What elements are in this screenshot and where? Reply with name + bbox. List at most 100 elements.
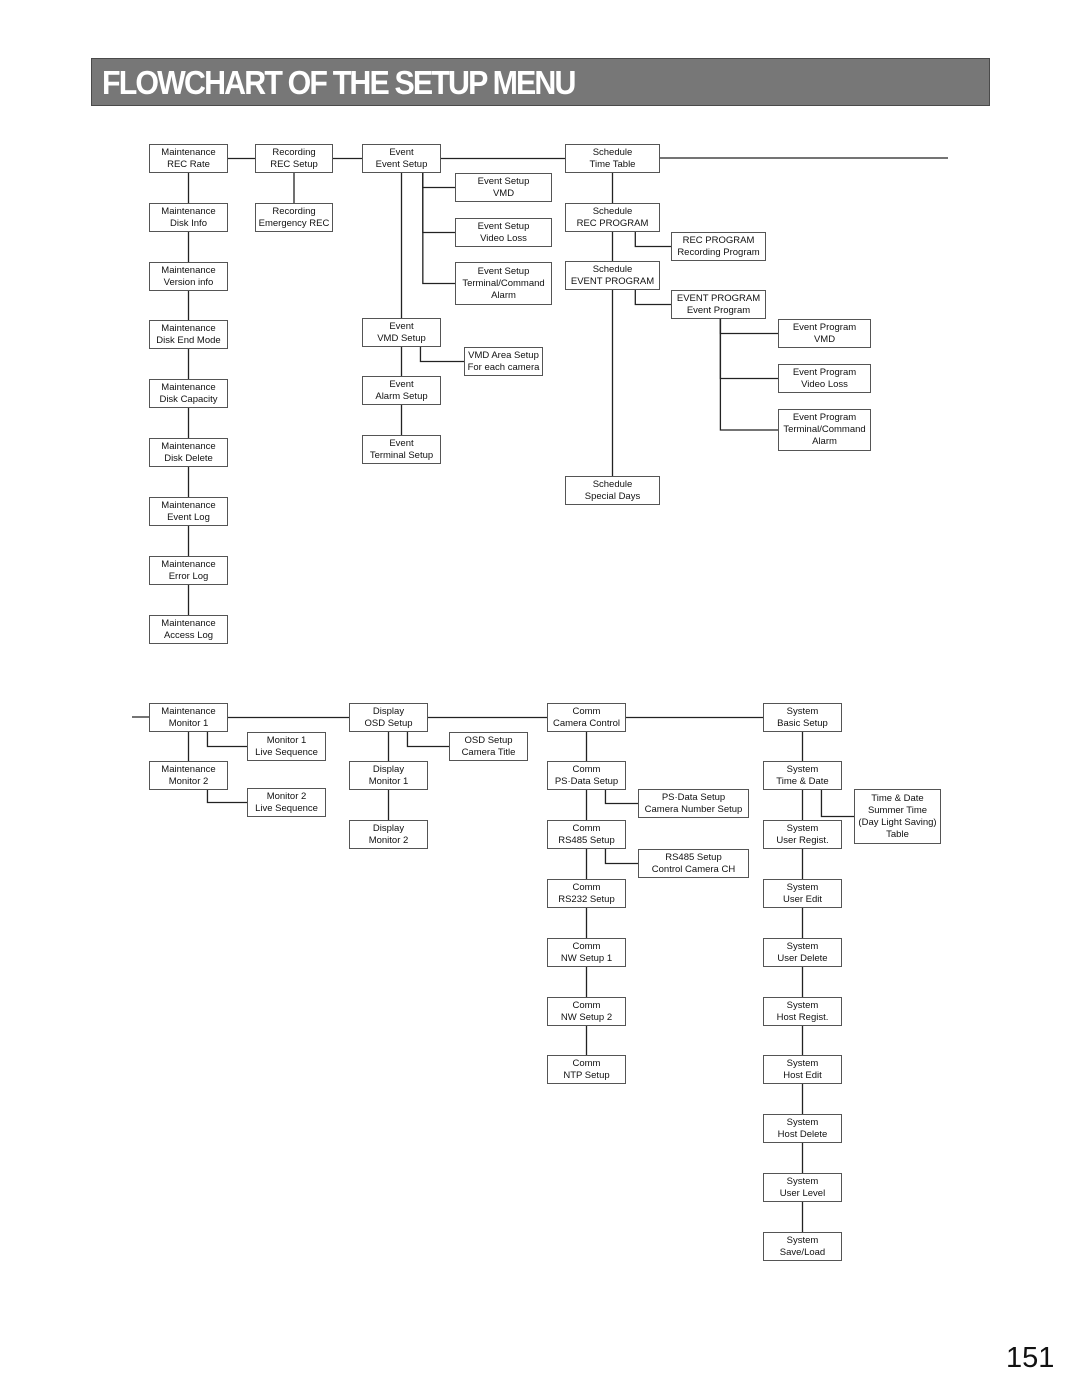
menu-node-sched-time-table[interactable]: Schedule Time Table — [565, 144, 660, 173]
menu-node-sys-host-regist[interactable]: System Host Regist. — [763, 997, 842, 1026]
menu-node-label: PS·Data Setup — [554, 775, 619, 787]
menu-node-label: Comm — [572, 1057, 601, 1069]
menu-node-event-setup-vloss[interactable]: Event Setup Video Loss — [455, 218, 552, 247]
menu-node-label: VMD Area Setup — [468, 349, 539, 361]
menu-node-event-alarm[interactable]: Event Alarm Setup — [362, 376, 441, 405]
menu-node-label: Disk Delete — [164, 452, 213, 464]
menu-node-label: Monitor 2 — [168, 775, 209, 787]
menu-node-sys-user-delete[interactable]: System User Delete — [763, 938, 842, 967]
menu-node-label: Save/Load — [779, 1246, 826, 1258]
menu-node-sys-user-edit[interactable]: System User Edit — [763, 879, 842, 908]
menu-node-label: Camera Title — [461, 746, 516, 758]
menu-node-disp-osd[interactable]: Display OSD Setup — [349, 703, 428, 732]
menu-node-label: Event — [389, 320, 414, 332]
menu-node-label: Comm — [572, 705, 601, 717]
menu-node-sched-rec-prog[interactable]: Schedule REC PROGRAM — [565, 203, 660, 232]
menu-node-label: User Level — [779, 1187, 826, 1199]
menu-node-psdata-cam-num[interactable]: PS·Data Setup Camera Number Setup — [638, 789, 749, 818]
menu-node-label: Display — [372, 763, 405, 775]
menu-node-label: User Delete — [777, 952, 828, 964]
menu-node-label: Terminal Setup — [369, 449, 434, 461]
menu-node-comm-rs232[interactable]: Comm RS232 Setup — [547, 879, 626, 908]
menu-node-evprog-term[interactable]: Event Program Terminal/Command Alarm — [778, 409, 871, 451]
menu-node-rec-setup[interactable]: Recording REC Setup — [255, 144, 333, 173]
menu-node-label: Maintenance — [161, 617, 216, 629]
menu-node-label: Basic Setup — [777, 717, 828, 729]
menu-node-sys-user-level[interactable]: System User Level — [763, 1173, 842, 1202]
menu-node-sched-special[interactable]: Schedule Special Days — [565, 476, 660, 505]
menu-node-maint-mon1[interactable]: Maintenance Monitor 1 — [149, 703, 228, 732]
menu-node-label: Disk End Mode — [156, 334, 221, 346]
menu-node-label: EVENT PROGRAM — [570, 275, 655, 287]
menu-node-event-vmd-setup[interactable]: Event VMD Setup — [362, 318, 441, 347]
menu-node-time-summer[interactable]: Time & Date Summer Time (Day Light Saving)… — [854, 789, 941, 844]
menu-node-label: Comm — [572, 940, 601, 952]
menu-node-sys-user-regist[interactable]: System User Regist. — [763, 820, 842, 849]
menu-node-label: RS485 Setup — [558, 834, 615, 846]
menu-node-label: Alarm — [812, 436, 837, 447]
menu-node-event-setup-term[interactable]: Event Setup Terminal/Command Alarm — [455, 262, 552, 305]
menu-node-maint-disk-cap[interactable]: Maintenance Disk Capacity — [149, 379, 228, 408]
menu-node-comm-nw1[interactable]: Comm NW Setup 1 — [547, 938, 626, 967]
menu-node-comm-ntp[interactable]: Comm NTP Setup — [547, 1055, 626, 1084]
menu-node-maint-rec-rate[interactable]: Maintenance REC Rate — [149, 144, 228, 173]
menu-node-label: System — [786, 1234, 819, 1246]
menu-node-osd-cam-title[interactable]: OSD Setup Camera Title — [449, 732, 528, 761]
menu-node-comm-rs485[interactable]: Comm RS485 Setup — [547, 820, 626, 849]
menu-node-disp-mon1[interactable]: Display Monitor 1 — [349, 761, 428, 790]
menu-node-label: System — [786, 1175, 819, 1187]
menu-node-label: System — [786, 763, 819, 775]
menu-node-label: Comm — [572, 763, 601, 775]
menu-node-evprog-vloss[interactable]: Event Program Video Loss — [778, 364, 871, 393]
menu-node-vmd-area[interactable]: VMD Area Setup For each camera — [464, 347, 543, 376]
menu-node-label: Disk Capacity — [159, 393, 218, 405]
menu-node-label: Time & Date — [776, 775, 829, 787]
menu-node-maint-disk-end[interactable]: Maintenance Disk End Mode — [149, 320, 228, 349]
menu-node-maint-version[interactable]: Maintenance Version info — [149, 262, 228, 291]
menu-node-maint-disk-del[interactable]: Maintenance Disk Delete — [149, 438, 228, 467]
menu-node-maint-access-log[interactable]: Maintenance Access Log — [149, 615, 228, 644]
menu-node-label: Summer Time — [867, 804, 928, 816]
connector-comm_rs485-to-rs485_ctrl_ch — [604, 849, 638, 865]
connector-comm_psdata-to-psdata_cam_num — [604, 790, 638, 805]
menu-node-maint-error-log[interactable]: Maintenance Error Log — [149, 556, 228, 585]
menu-node-label: Disk Info — [170, 217, 207, 229]
menu-node-sys-basic[interactable]: System Basic Setup — [763, 703, 842, 732]
menu-node-label: Maintenance — [161, 322, 216, 334]
menu-node-sys-host-delete[interactable]: System Host Delete — [763, 1114, 842, 1143]
menu-node-rec-prog-recording[interactable]: REC PROGRAM Recording Program — [671, 232, 766, 261]
menu-node-sys-host-edit[interactable]: System Host Edit — [763, 1055, 842, 1084]
menu-node-mon2-live[interactable]: Monitor 2 Live Sequence — [247, 788, 326, 817]
menu-node-comm-cam-ctrl[interactable]: Comm Camera Control — [547, 703, 626, 732]
menu-node-label: Recording Program — [677, 246, 760, 258]
menu-node-disp-mon2[interactable]: Display Monitor 2 — [349, 820, 428, 849]
menu-node-label: Error Log — [168, 570, 209, 582]
menu-node-rec-emergency[interactable]: Recording Emergency REC — [255, 203, 333, 232]
menu-node-label: Host Delete — [777, 1128, 828, 1140]
menu-node-rs485-ctrl-ch[interactable]: RS485 Setup Control Camera CH — [638, 849, 749, 878]
menu-node-sys-save-load[interactable]: System Save/Load — [763, 1232, 842, 1261]
menu-node-sched-event-prog[interactable]: Schedule EVENT PROGRAM — [565, 261, 660, 290]
menu-node-sys-time-date[interactable]: System Time & Date — [763, 761, 842, 790]
menu-node-label: Schedule — [592, 263, 633, 275]
menu-node-maint-disk-info[interactable]: Maintenance Disk Info — [149, 203, 228, 232]
menu-node-comm-nw2[interactable]: Comm NW Setup 2 — [547, 997, 626, 1026]
menu-node-label: Terminal/Command — [783, 424, 866, 435]
menu-node-label: RS485 Setup — [665, 851, 722, 863]
menu-node-label: Emergency REC — [258, 217, 330, 229]
menu-node-event-terminal[interactable]: Event Terminal Setup — [362, 435, 441, 464]
menu-node-event-prog-event[interactable]: EVENT PROGRAM Event Program — [671, 290, 766, 319]
menu-node-label: Comm — [572, 881, 601, 893]
menu-node-maint-event-log[interactable]: Maintenance Event Log — [149, 497, 228, 526]
menu-node-label: Recording — [272, 146, 316, 158]
menu-node-maint-mon2[interactable]: Maintenance Monitor 2 — [149, 761, 228, 790]
menu-node-event-setup[interactable]: Event Event Setup — [362, 144, 441, 173]
menu-node-label: Comm — [572, 999, 601, 1011]
menu-node-mon1-live[interactable]: Monitor 1 Live Sequence — [247, 732, 326, 761]
menu-node-event-setup-vmd[interactable]: Event Setup VMD — [455, 173, 552, 202]
menu-node-label: Camera Control — [552, 717, 621, 729]
menu-node-evprog-vmd[interactable]: Event Program VMD — [778, 319, 871, 348]
menu-node-label: Display — [372, 705, 405, 717]
menu-node-label: RS232 Setup — [558, 893, 615, 905]
menu-node-comm-psdata[interactable]: Comm PS·Data Setup — [547, 761, 626, 790]
